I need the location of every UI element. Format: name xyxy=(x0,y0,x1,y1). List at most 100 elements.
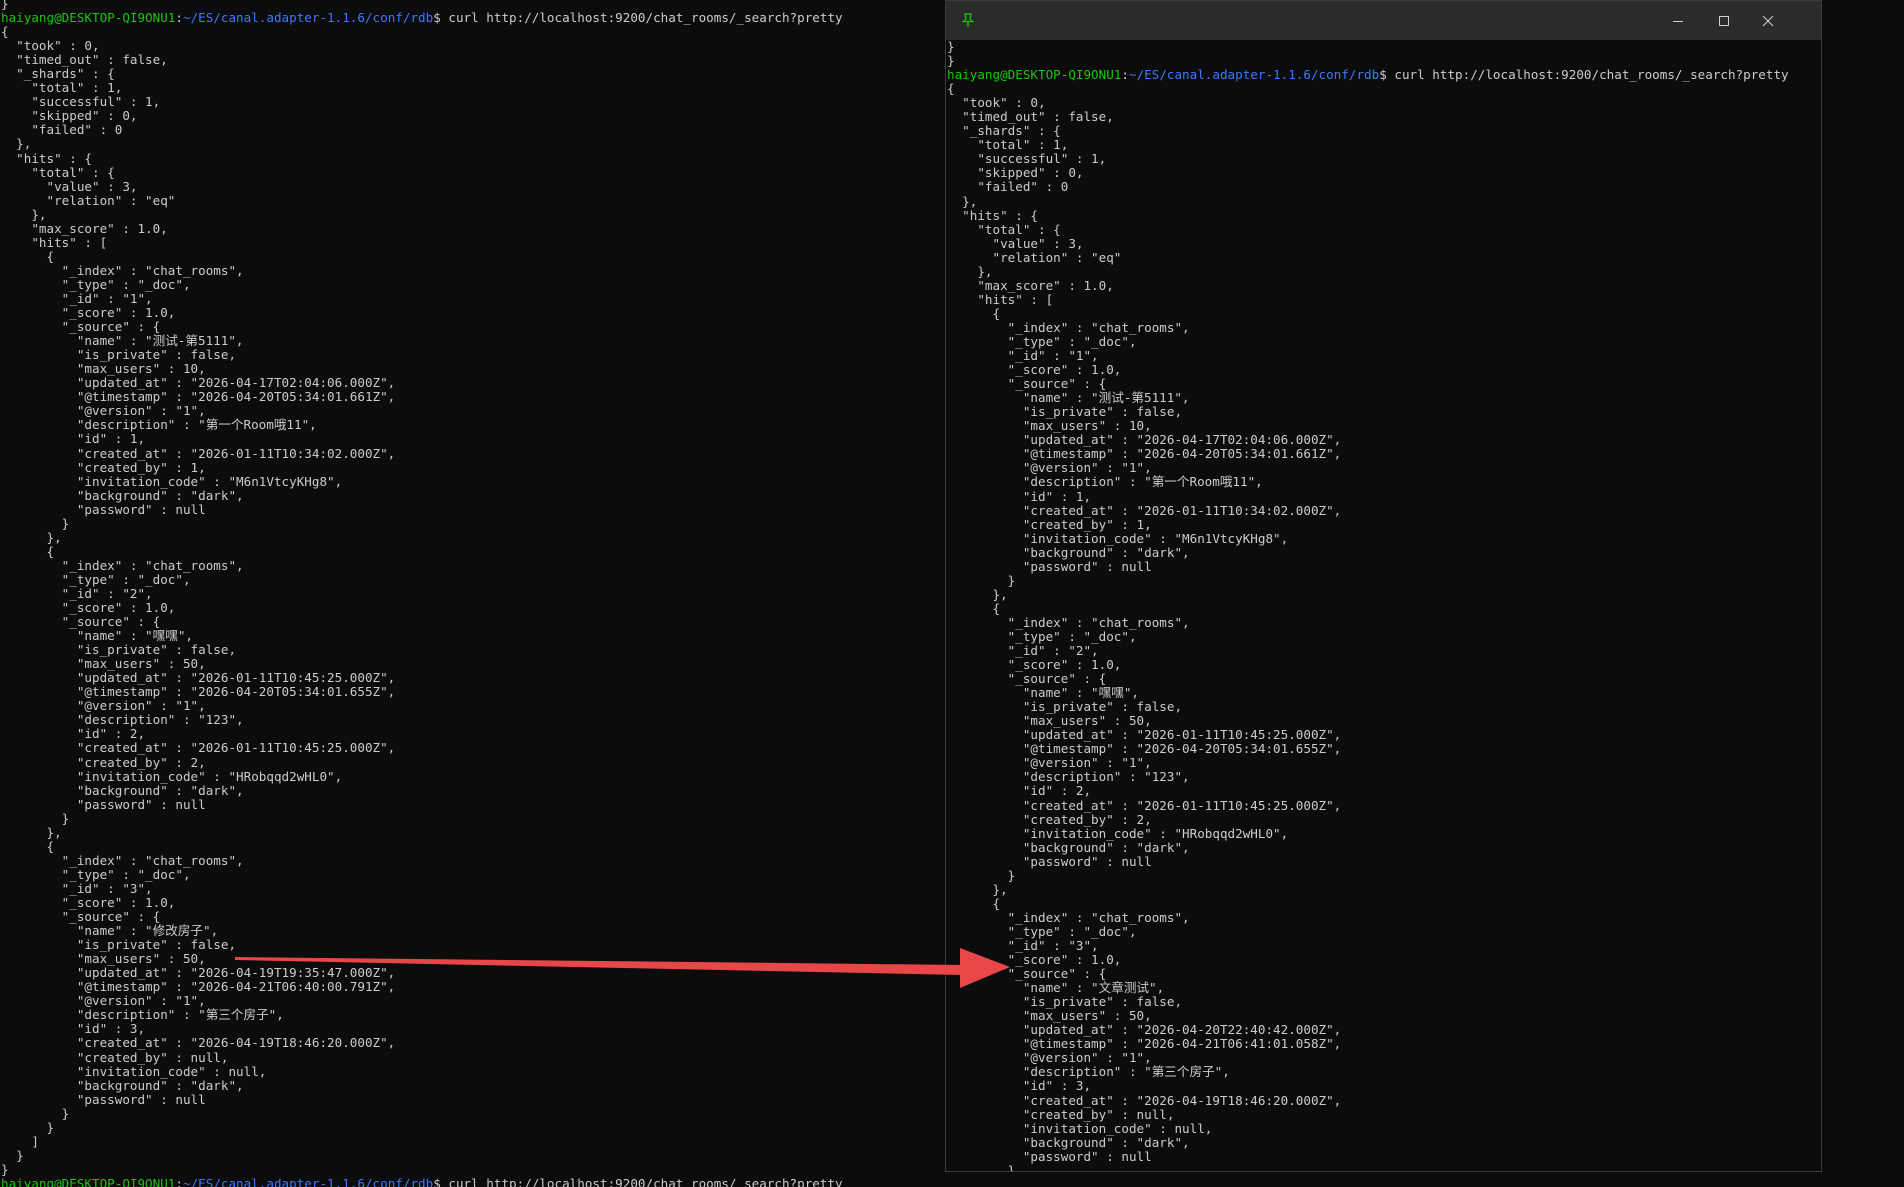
left-terminal[interactable]: } haiyang@DESKTOP-QI9ONU1:~/ES/canal.adap… xyxy=(0,0,945,1187)
output-text: "_score" : 1.0, xyxy=(1,600,176,616)
right_window-line: "background" : "dark", xyxy=(947,1134,1789,1150)
output-text: "id" : 2, xyxy=(947,783,1092,799)
right_window-line: "invitation_code" : "HRobqqd2wHL0", xyxy=(947,826,1789,841)
output-text: "created_at" : "2026-01-11T10:34:02.000Z… xyxy=(1,445,396,461)
output-text: } xyxy=(1,810,70,826)
output-text: "_type" : "_doc", xyxy=(1,571,191,587)
right_window-line: "@version" : "1", xyxy=(947,461,1789,475)
right_window-line: "name" : "测试-第5111", xyxy=(947,391,1789,405)
output-text: "_index" : "chat_rooms", xyxy=(1,557,244,573)
right_window-line: "name" : "文章测试", xyxy=(947,981,1789,995)
output-text: "@version" : "1", xyxy=(1,993,206,1009)
right_window-line: "is_private" : false, xyxy=(947,995,1789,1009)
left_terminal-line: "_type" : "_doc", xyxy=(1,571,843,587)
left_terminal-line: "updated_at" : "2026-04-19T19:35:47.000Z… xyxy=(1,966,843,980)
output-text: "background" : "dark", xyxy=(947,839,1190,855)
output-text: "@timestamp" : "2026-04-20T05:34:01.655Z… xyxy=(947,741,1342,757)
output-text: "_source" : { xyxy=(1,614,161,630)
output-text: "created_by" : 2, xyxy=(947,811,1152,827)
output-text: "created_at" : "2026-01-11T10:34:02.000Z… xyxy=(947,502,1342,518)
output-text: "name" : "嘿嘿", xyxy=(947,685,1139,701)
output-text: "invitation_code" : "HRobqqd2wHL0", xyxy=(1,768,343,784)
right_window-line: "_score" : 1.0, xyxy=(947,658,1789,672)
output-text: "_type" : "_doc", xyxy=(947,923,1137,939)
left_terminal-line: "is_private" : false, xyxy=(1,348,843,362)
output-text: ] xyxy=(1,1133,39,1149)
left_terminal-line: "password" : null xyxy=(1,797,843,812)
output-text: "@version" : "1", xyxy=(1,403,206,419)
output-text: "password" : null xyxy=(947,558,1152,574)
left_terminal-line: }, xyxy=(1,825,843,840)
left_terminal-line: "value" : 3, xyxy=(1,179,843,194)
right_window-line: "@timestamp" : "2026-04-20T05:34:01.661Z… xyxy=(947,447,1789,461)
maximize-button[interactable] xyxy=(1702,1,1746,40)
right_window-line: "max_score" : 1.0, xyxy=(947,278,1789,293)
output-text: "password" : null xyxy=(1,1091,206,1107)
right_window-line: "password" : null xyxy=(947,558,1789,574)
output-text: } xyxy=(947,867,1016,883)
left_terminal-line: "@version" : "1", xyxy=(1,994,843,1008)
output-text: "password" : null xyxy=(947,1148,1152,1164)
minimize-button[interactable] xyxy=(1656,1,1700,40)
left_terminal-line: "_index" : "chat_rooms", xyxy=(1,853,843,868)
left_terminal-line: "@version" : "1", xyxy=(1,699,843,713)
output-text: "background" : "dark", xyxy=(947,1134,1190,1150)
right_window-line: "id" : 2, xyxy=(947,784,1789,798)
right_window-line: "updated_at" : "2026-04-20T22:40:42.000Z… xyxy=(947,1023,1789,1037)
output-text: "updated_at" : "2026-04-20T22:40:42.000Z… xyxy=(947,1022,1342,1038)
left_terminal-line: "max_score" : 1.0, xyxy=(1,221,843,236)
output-text: } xyxy=(1,1105,70,1121)
output-text: "value" : 3, xyxy=(947,235,1084,251)
right_window-line: "id" : 3, xyxy=(947,1079,1789,1093)
output-text: "invitation_code" : null, xyxy=(947,1120,1213,1136)
right_window-line: "updated_at" : "2026-04-17T02:04:06.000Z… xyxy=(947,433,1789,447)
maximize-icon xyxy=(1719,15,1729,26)
output-text: "_type" : "_doc", xyxy=(947,628,1137,644)
left_terminal-line: "created_by" : 1, xyxy=(1,460,843,475)
output-text: "max_users" : 50, xyxy=(1,951,206,967)
output-text: "total" : { xyxy=(947,221,1061,237)
output-text: "took" : 0, xyxy=(947,95,1046,111)
output-text: "_index" : "chat_rooms", xyxy=(947,319,1190,335)
output-text: } xyxy=(1,1161,9,1177)
output-text: "id" : 1, xyxy=(947,488,1092,504)
left_terminal-line: "created_at" : "2026-01-11T10:34:02.000Z… xyxy=(1,445,843,461)
pin-icon[interactable] xyxy=(958,11,978,31)
output-text: } xyxy=(1,515,70,531)
right-window-titlebar[interactable] xyxy=(946,1,1821,40)
right-terminal-window[interactable]: }} haiyang@DESKTOP-QI9ONU1:~/ES/canal.ada… xyxy=(945,0,1822,1172)
left_terminal-line: "_type" : "_doc", xyxy=(1,867,843,882)
right_window-line: "_source" : { xyxy=(947,377,1789,391)
output-text: "_shards" : { xyxy=(947,123,1061,139)
output-text: "is_private" : false, xyxy=(947,994,1183,1010)
output-text: "name" : "嘿嘿", xyxy=(1,628,193,644)
left_terminal-line: { xyxy=(1,839,843,854)
left_terminal-line: "invitation_code" : "HRobqqd2wHL0", xyxy=(1,768,843,784)
right-terminal-body[interactable]: }} haiyang@DESKTOP-QI9ONU1:~/ES/canal.ada… xyxy=(946,40,1821,1171)
left_terminal-line: "description" : "第三个房子", xyxy=(1,1008,843,1022)
right_window-line: "background" : "dark", xyxy=(947,839,1789,855)
left_terminal-line: "total" : { xyxy=(1,165,843,180)
right_window-line: "created_at" : "2026-01-11T10:45:25.000Z… xyxy=(947,798,1789,813)
close-button[interactable] xyxy=(1746,1,1790,40)
right_window-line: "successful" : 1, xyxy=(947,152,1789,166)
left_terminal-line: { xyxy=(1,249,843,264)
right_window-line: "total" : 1, xyxy=(947,138,1789,152)
output-text: "created_by" : null, xyxy=(1,1049,229,1065)
left_terminal-line: "description" : "第一个Room哦11", xyxy=(1,418,843,432)
output-text: "@timestamp" : "2026-04-21T06:41:01.058Z… xyxy=(947,1036,1342,1052)
output-text: "successful" : 1, xyxy=(947,151,1107,167)
right_window-line: "description" : "第三个房子", xyxy=(947,1065,1789,1079)
output-text: "updated_at" : "2026-04-17T02:04:06.000Z… xyxy=(947,432,1342,448)
output-text: "relation" : "eq" xyxy=(947,249,1122,265)
left_terminal-line: } xyxy=(1,1120,843,1135)
output-text: "description" : "123", xyxy=(1,712,244,728)
output-text: "is_private" : false, xyxy=(1,642,237,658)
right_window-line: "created_by" : 1, xyxy=(947,517,1789,532)
right_window-line: "_index" : "chat_rooms", xyxy=(947,615,1789,630)
output-text: "description" : "123", xyxy=(947,769,1190,785)
output-text: } xyxy=(947,40,955,54)
left_terminal-line: "description" : "123", xyxy=(1,713,843,727)
left_terminal-line: { xyxy=(1,544,843,559)
right_window-line: "_score" : 1.0, xyxy=(947,953,1789,967)
